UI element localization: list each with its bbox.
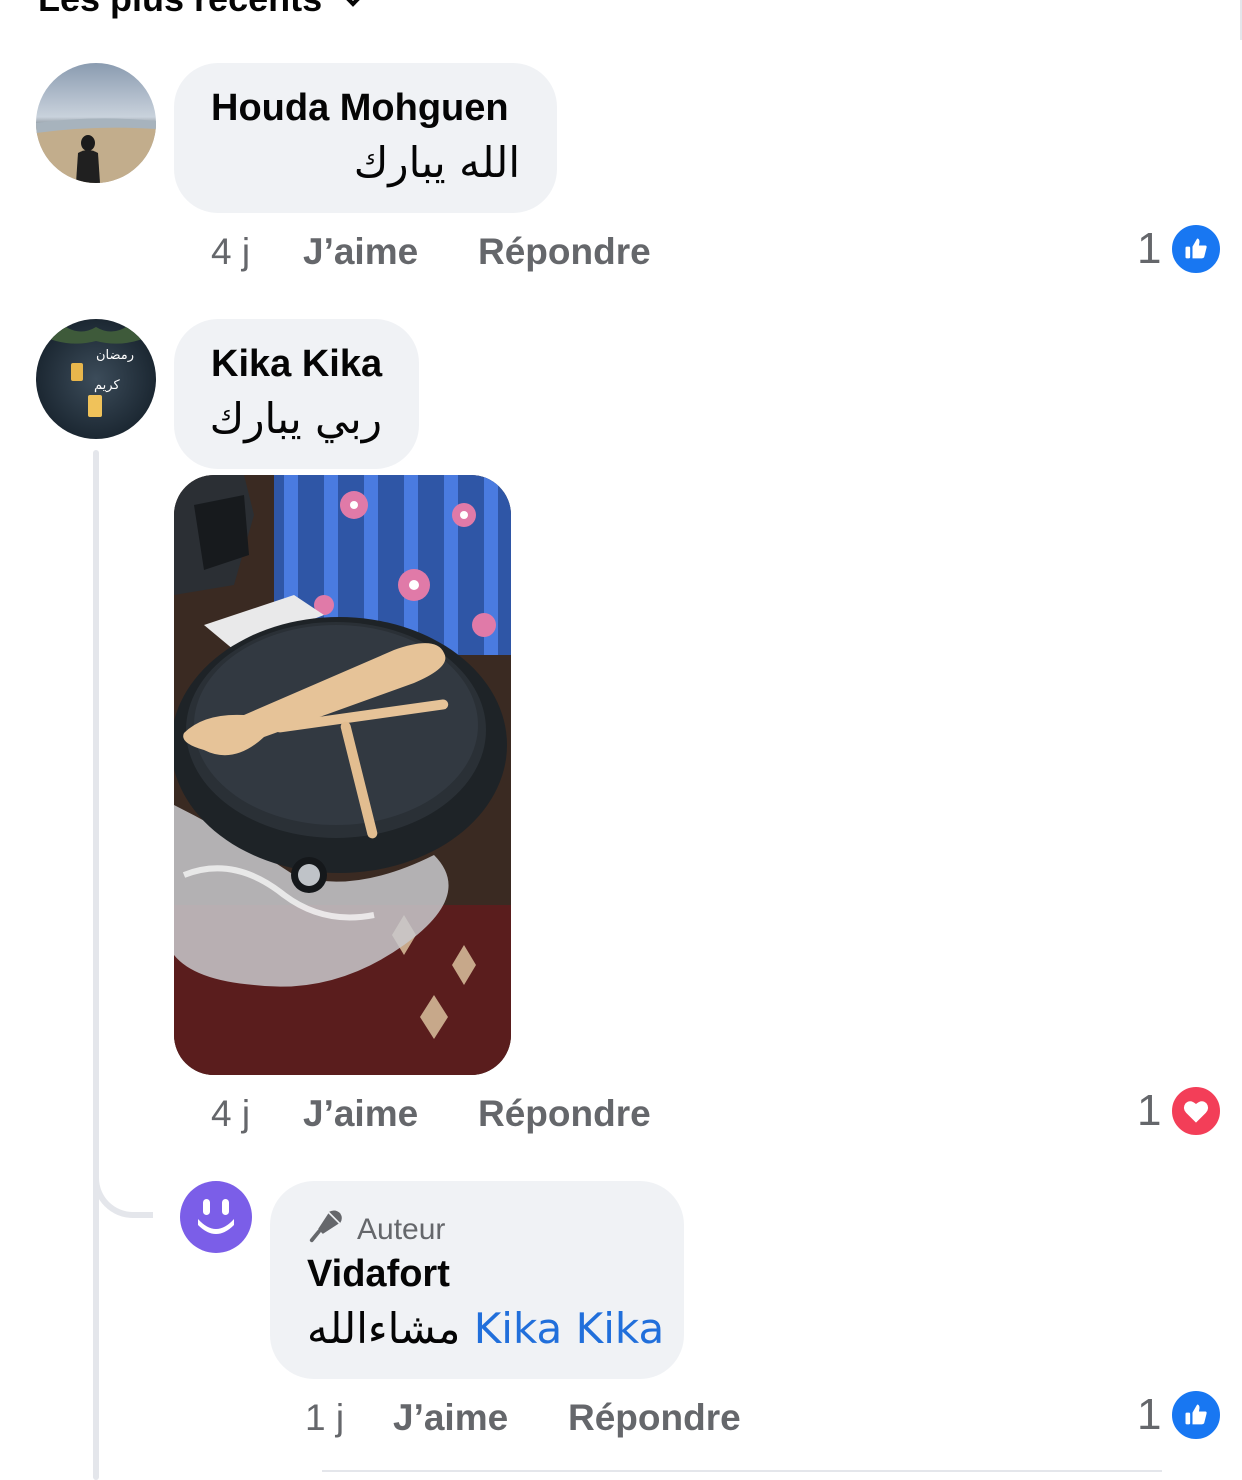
like-button[interactable]: J’aime	[303, 1093, 418, 1135]
author-badge-label: Auteur	[357, 1213, 446, 1246]
avatar[interactable]	[36, 63, 156, 183]
svg-text:رمضان: رمضان	[96, 348, 134, 363]
comment-author[interactable]: Houda Mohguen	[211, 87, 509, 130]
comment-photo[interactable]	[174, 475, 511, 1075]
reply-text-arabic: مشاءالله	[307, 1304, 461, 1353]
comment-text: ربي يبارك	[209, 394, 382, 443]
reply-button[interactable]: Répondre	[478, 1093, 651, 1135]
thread-line	[93, 450, 99, 1480]
reply-time[interactable]: 1 j	[305, 1397, 344, 1439]
chevron-down-icon	[340, 0, 366, 7]
mention-link[interactable]: Kika Kika	[474, 1304, 664, 1353]
comment-time[interactable]: 4 j	[211, 1093, 250, 1135]
divider	[322, 1470, 1162, 1472]
author-badge: Auteur	[307, 1207, 445, 1253]
reply-button[interactable]: Répondre	[568, 1397, 741, 1439]
reaction-count[interactable]: 1	[1137, 1086, 1161, 1136]
sort-dropdown[interactable]: Les plus récents	[38, 0, 366, 20]
like-icon[interactable]	[1170, 223, 1222, 275]
like-icon[interactable]	[1170, 1389, 1222, 1441]
microphone-icon	[307, 1207, 345, 1253]
avatar[interactable]: رمضان كريم	[36, 319, 156, 439]
like-button[interactable]: J’aime	[303, 231, 418, 273]
sort-label: Les plus récents	[38, 0, 322, 20]
like-button[interactable]: J’aime	[393, 1397, 508, 1439]
reaction-count[interactable]: 1	[1137, 224, 1161, 274]
heart-icon[interactable]	[1170, 1085, 1222, 1137]
svg-text:كريم: كريم	[94, 378, 120, 393]
comment-author[interactable]: Kika Kika	[211, 343, 382, 386]
thread-branch	[93, 1150, 153, 1218]
reply-author[interactable]: Vidafort	[307, 1253, 450, 1296]
reaction-count[interactable]: 1	[1137, 1390, 1161, 1440]
comment-text: الله يبارك	[353, 138, 520, 187]
reply-button[interactable]: Répondre	[478, 231, 651, 273]
comment-time[interactable]: 4 j	[211, 231, 250, 273]
reply-text: مشاءالله Kika Kika	[307, 1304, 664, 1353]
avatar[interactable]	[180, 1181, 252, 1253]
